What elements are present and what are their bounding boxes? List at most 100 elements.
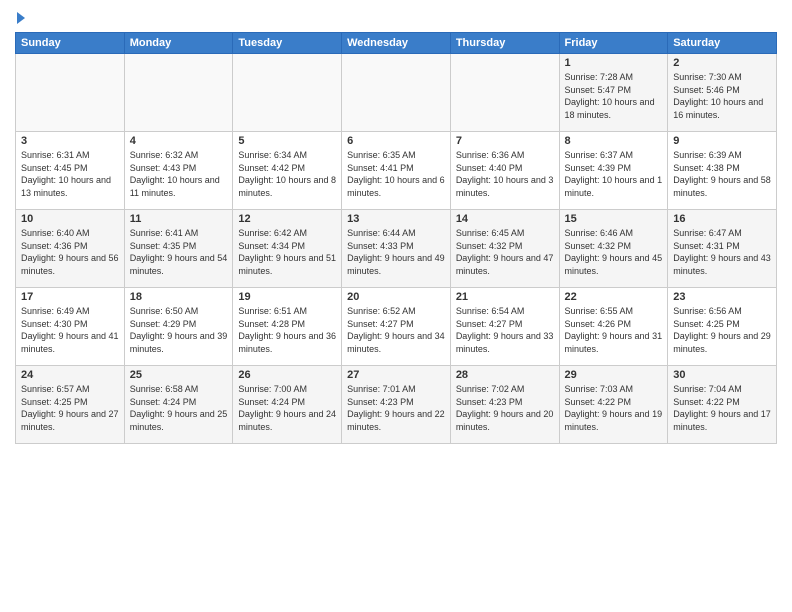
calendar-cell: 1 Sunrise: 7:28 AM Sunset: 5:47 PM Daylig… [559,54,668,132]
day-info: Sunrise: 6:37 AM Sunset: 4:39 PM Dayligh… [565,149,663,199]
day-number: 22 [565,291,663,303]
day-info: Sunrise: 6:40 AM Sunset: 4:36 PM Dayligh… [21,227,119,277]
calendar-cell: 17 Sunrise: 6:49 AM Sunset: 4:30 PM Dayli… [16,288,125,366]
calendar-cell [233,54,342,132]
calendar-cell: 21 Sunrise: 6:54 AM Sunset: 4:27 PM Dayli… [450,288,559,366]
day-number: 23 [673,291,771,303]
day-number: 28 [456,369,554,381]
calendar-cell: 9 Sunrise: 6:39 AM Sunset: 4:38 PM Daylig… [668,132,777,210]
day-number: 17 [21,291,119,303]
day-number: 12 [238,213,336,225]
day-info: Sunrise: 6:52 AM Sunset: 4:27 PM Dayligh… [347,305,445,355]
weekday-header-thursday: Thursday [450,33,559,54]
calendar-cell: 3 Sunrise: 6:31 AM Sunset: 4:45 PM Daylig… [16,132,125,210]
calendar-cell: 13Sunrise: 6:44 AM Sunset: 4:33 PM Dayli… [342,210,451,288]
calendar-cell: 4 Sunrise: 6:32 AM Sunset: 4:43 PM Daylig… [124,132,233,210]
day-info: Sunrise: 7:00 AM Sunset: 4:24 PM Dayligh… [238,383,336,433]
day-number: 18 [130,291,228,303]
day-number: 2 [673,57,771,69]
calendar-cell: 11 Sunrise: 6:41 AM Sunset: 4:35 PM Dayli… [124,210,233,288]
calendar-cell: 18 Sunrise: 6:50 AM Sunset: 4:29 PM Dayli… [124,288,233,366]
day-info: Sunrise: 6:46 AM Sunset: 4:32 PM Dayligh… [565,227,663,277]
logo [15,10,25,24]
day-number: 10 [21,213,119,225]
day-info: Sunrise: 6:51 AM Sunset: 4:28 PM Dayligh… [238,305,336,355]
day-number: 8 [565,135,663,147]
weekday-header-friday: Friday [559,33,668,54]
calendar-cell: 27 Sunrise: 7:01 AM Sunset: 4:23 PM Dayli… [342,366,451,444]
day-info: Sunrise: 6:50 AM Sunset: 4:29 PM Dayligh… [130,305,228,355]
day-info: Sunrise: 6:36 AM Sunset: 4:40 PM Dayligh… [456,149,554,199]
weekday-header-saturday: Saturday [668,33,777,54]
day-info: Sunrise: 6:56 AM Sunset: 4:25 PM Dayligh… [673,305,771,355]
day-number: 20 [347,291,445,303]
day-info: Sunrise: 6:47 AM Sunset: 4:31 PM Dayligh… [673,227,771,277]
calendar-cell: 19Sunrise: 6:51 AM Sunset: 4:28 PM Dayli… [233,288,342,366]
header [15,10,777,24]
day-info: Sunrise: 6:34 AM Sunset: 4:42 PM Dayligh… [238,149,336,199]
day-number: 1 [565,57,663,69]
calendar-cell: 15 Sunrise: 6:46 AM Sunset: 4:32 PM Dayli… [559,210,668,288]
calendar-cell: 7 Sunrise: 6:36 AM Sunset: 4:40 PM Daylig… [450,132,559,210]
day-info: Sunrise: 6:39 AM Sunset: 4:38 PM Dayligh… [673,149,771,199]
day-info: Sunrise: 6:41 AM Sunset: 4:35 PM Dayligh… [130,227,228,277]
day-info: Sunrise: 6:49 AM Sunset: 4:30 PM Dayligh… [21,305,119,355]
day-info: Sunrise: 7:01 AM Sunset: 4:23 PM Dayligh… [347,383,445,433]
calendar-cell: 8 Sunrise: 6:37 AM Sunset: 4:39 PM Daylig… [559,132,668,210]
calendar-cell: 2Sunrise: 7:30 AM Sunset: 5:46 PM Daylig… [668,54,777,132]
day-info: Sunrise: 6:55 AM Sunset: 4:26 PM Dayligh… [565,305,663,355]
week-row-2: 3 Sunrise: 6:31 AM Sunset: 4:45 PM Daylig… [16,132,777,210]
day-info: Sunrise: 6:32 AM Sunset: 4:43 PM Dayligh… [130,149,228,199]
calendar-cell: 16 Sunrise: 6:47 AM Sunset: 4:31 PM Dayli… [668,210,777,288]
calendar-cell [124,54,233,132]
calendar-cell [16,54,125,132]
weekday-header-sunday: Sunday [16,33,125,54]
day-info: Sunrise: 6:31 AM Sunset: 4:45 PM Dayligh… [21,149,119,199]
day-number: 30 [673,369,771,381]
weekday-header-row: SundayMondayTuesdayWednesdayThursdayFrid… [16,33,777,54]
day-number: 11 [130,213,228,225]
weekday-header-tuesday: Tuesday [233,33,342,54]
day-info: Sunrise: 6:44 AM Sunset: 4:33 PM Dayligh… [347,227,445,277]
day-info: Sunrise: 6:42 AM Sunset: 4:34 PM Dayligh… [238,227,336,277]
calendar-cell: 29Sunrise: 7:03 AM Sunset: 4:22 PM Dayli… [559,366,668,444]
day-number: 4 [130,135,228,147]
calendar-cell: 30 Sunrise: 7:04 AM Sunset: 4:22 PM Dayli… [668,366,777,444]
day-number: 14 [456,213,554,225]
day-number: 16 [673,213,771,225]
calendar-table: SundayMondayTuesdayWednesdayThursdayFrid… [15,32,777,444]
day-info: Sunrise: 6:35 AM Sunset: 4:41 PM Dayligh… [347,149,445,199]
calendar-cell: 6 Sunrise: 6:35 AM Sunset: 4:41 PM Daylig… [342,132,451,210]
day-number: 7 [456,135,554,147]
day-info: Sunrise: 7:02 AM Sunset: 4:23 PM Dayligh… [456,383,554,433]
day-number: 26 [238,369,336,381]
day-info: Sunrise: 6:54 AM Sunset: 4:27 PM Dayligh… [456,305,554,355]
day-info: Sunrise: 6:58 AM Sunset: 4:24 PM Dayligh… [130,383,228,433]
day-number: 9 [673,135,771,147]
calendar-cell: 5Sunrise: 6:34 AM Sunset: 4:42 PM Daylig… [233,132,342,210]
calendar-cell: 10 Sunrise: 6:40 AM Sunset: 4:36 PM Dayli… [16,210,125,288]
day-info: Sunrise: 6:57 AM Sunset: 4:25 PM Dayligh… [21,383,119,433]
day-info: Sunrise: 7:28 AM Sunset: 5:47 PM Dayligh… [565,71,663,121]
weekday-header-monday: Monday [124,33,233,54]
day-info: Sunrise: 7:04 AM Sunset: 4:22 PM Dayligh… [673,383,771,433]
calendar-cell: 12 Sunrise: 6:42 AM Sunset: 4:34 PM Dayli… [233,210,342,288]
day-number: 27 [347,369,445,381]
day-info: Sunrise: 6:45 AM Sunset: 4:32 PM Dayligh… [456,227,554,277]
week-row-5: 24Sunrise: 6:57 AM Sunset: 4:25 PM Dayli… [16,366,777,444]
calendar-cell: 24Sunrise: 6:57 AM Sunset: 4:25 PM Dayli… [16,366,125,444]
week-row-3: 10 Sunrise: 6:40 AM Sunset: 4:36 PM Dayli… [16,210,777,288]
day-number: 15 [565,213,663,225]
calendar-cell: 28 Sunrise: 7:02 AM Sunset: 4:23 PM Dayli… [450,366,559,444]
calendar-cell: 22 Sunrise: 6:55 AM Sunset: 4:26 PM Dayli… [559,288,668,366]
week-row-1: 1 Sunrise: 7:28 AM Sunset: 5:47 PM Daylig… [16,54,777,132]
day-info: Sunrise: 7:03 AM Sunset: 4:22 PM Dayligh… [565,383,663,433]
day-number: 21 [456,291,554,303]
calendar-cell [342,54,451,132]
calendar-cell [450,54,559,132]
day-number: 6 [347,135,445,147]
logo-arrow-icon [17,12,25,24]
day-number: 25 [130,369,228,381]
day-number: 3 [21,135,119,147]
calendar-cell: 26 Sunrise: 7:00 AM Sunset: 4:24 PM Dayli… [233,366,342,444]
